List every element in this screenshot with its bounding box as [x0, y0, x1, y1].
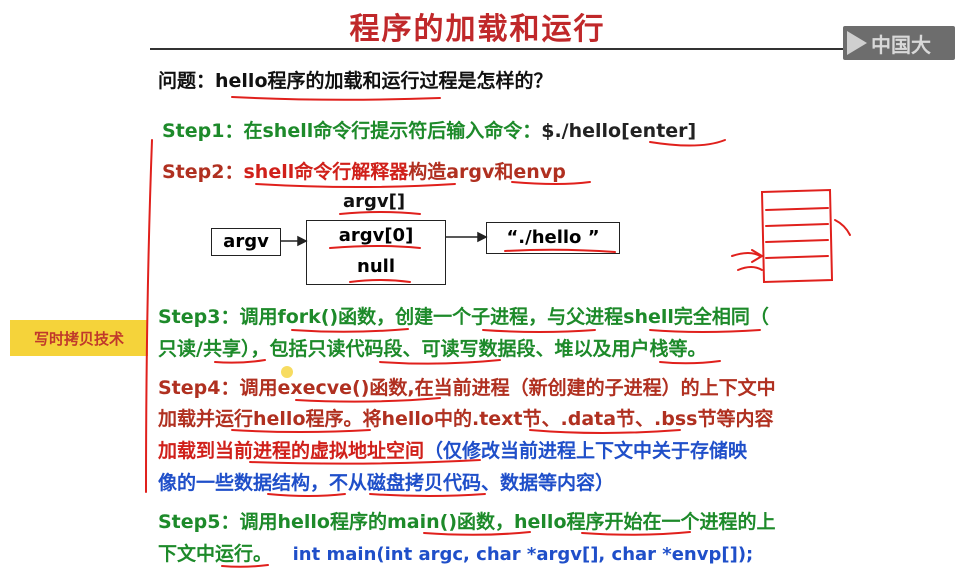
argv-array-label: argv[] — [343, 191, 406, 212]
underline-interpreter — [255, 183, 456, 188]
left-bracket-mark — [145, 139, 153, 493]
arrow-head-1 — [297, 235, 308, 247]
argv-box: argv — [211, 228, 281, 256]
stack-sketch-arrowhead — [751, 249, 764, 263]
step5-line1: Step5：调用hello程序的main()函数，hello程序开始在一个进程的… — [158, 507, 776, 534]
step3-line2: 只读/共享），包括只读代码段、可读写数据段、堆以及用户栈等。 — [158, 338, 707, 360]
video-logo: 中国大 — [843, 26, 955, 60]
stack-sketch-lines — [765, 207, 829, 259]
step4-text1: 调用execve()函数,在当前进程（新创建的子进程）的上下文中 — [239, 377, 776, 399]
main-signature: int main(int argc, char *argv[], char *e… — [292, 544, 754, 565]
underline-child — [482, 329, 596, 333]
step4-line3: 加载到当前进程的虚拟地址空间（仅修改当前进程上下文中关于存储映 — [158, 436, 747, 463]
arrow-head-2 — [477, 231, 488, 243]
page-title: 程序的加载和运行 — [349, 12, 606, 47]
underline-fork — [291, 328, 409, 333]
step3-line1: Step3：调用fork()函数，创建一个子进程，与父进程shell完全相同（ — [158, 302, 769, 329]
step1-label: Step1： — [162, 120, 244, 142]
hello-string-box: “./hello ” — [486, 222, 620, 254]
step5-text2: 下文中运行。 — [158, 543, 273, 565]
step5-label: Step5： — [158, 511, 240, 533]
step4-line2: 加载并运行hello程序。将hello中的.text节、.data节、.bss节… — [158, 408, 774, 430]
stack-sketch-arrows — [731, 252, 763, 271]
step3-text1: 调用fork()函数，创建一个子进程，与父进程shell完全相同（ — [239, 306, 769, 328]
step5-line2: 下文中运行。 int main(int argc, char *argv[], … — [158, 539, 753, 566]
logo-text: 中国大 — [871, 32, 931, 57]
step3-label: Step3： — [158, 306, 240, 328]
question-text: 问题：hello程序的加载和运行过程是怎样的？ — [158, 70, 553, 92]
argv-cell-0: argv[0] — [306, 220, 446, 253]
step2: Step2：shell命令行解释器构造argv和envp — [162, 157, 566, 184]
step4-label: Step4： — [158, 377, 240, 399]
step1-command: $./hello[enter] — [541, 120, 697, 142]
argv-cell-null: null — [306, 252, 446, 285]
step1: Step1：在shell命令行提示符后输入命令：$./hello[enter] — [162, 116, 696, 143]
copy-on-write-badge: 写时拷贝技术 — [10, 320, 148, 356]
underline-heap — [659, 360, 721, 365]
step4-line4: 像的一些数据结构，不从磁盘拷贝代码、数据等内容） — [158, 472, 615, 494]
step1-text: 在shell命令行提示符后输入命令： — [243, 120, 542, 142]
step2-label: Step2： — [162, 161, 244, 183]
step4-text3-blue: （仅修改当前进程上下文中关于存储映 — [424, 440, 748, 462]
logo-icon — [847, 31, 867, 55]
underline-shell — [649, 329, 761, 333]
step2-text: 构造argv和envp — [408, 161, 566, 183]
step4-text3-red: 加载到当前进程的虚拟地址空间 — [158, 440, 425, 462]
step5-text1: 调用hello程序的main()函数，hello程序开始在一个进程的上 — [239, 511, 776, 533]
step2-interpreter: shell命令行解释器 — [243, 161, 409, 183]
underline-argv-array — [339, 211, 421, 215]
stack-sketch-mark — [834, 219, 851, 236]
title-divider — [150, 48, 940, 50]
step4-line1: Step4：调用execve()函数,在当前进程（新创建的子进程）的上下文中 — [158, 373, 776, 400]
stack-sketch — [760, 188, 834, 284]
underline-hello-program — [231, 96, 441, 101]
